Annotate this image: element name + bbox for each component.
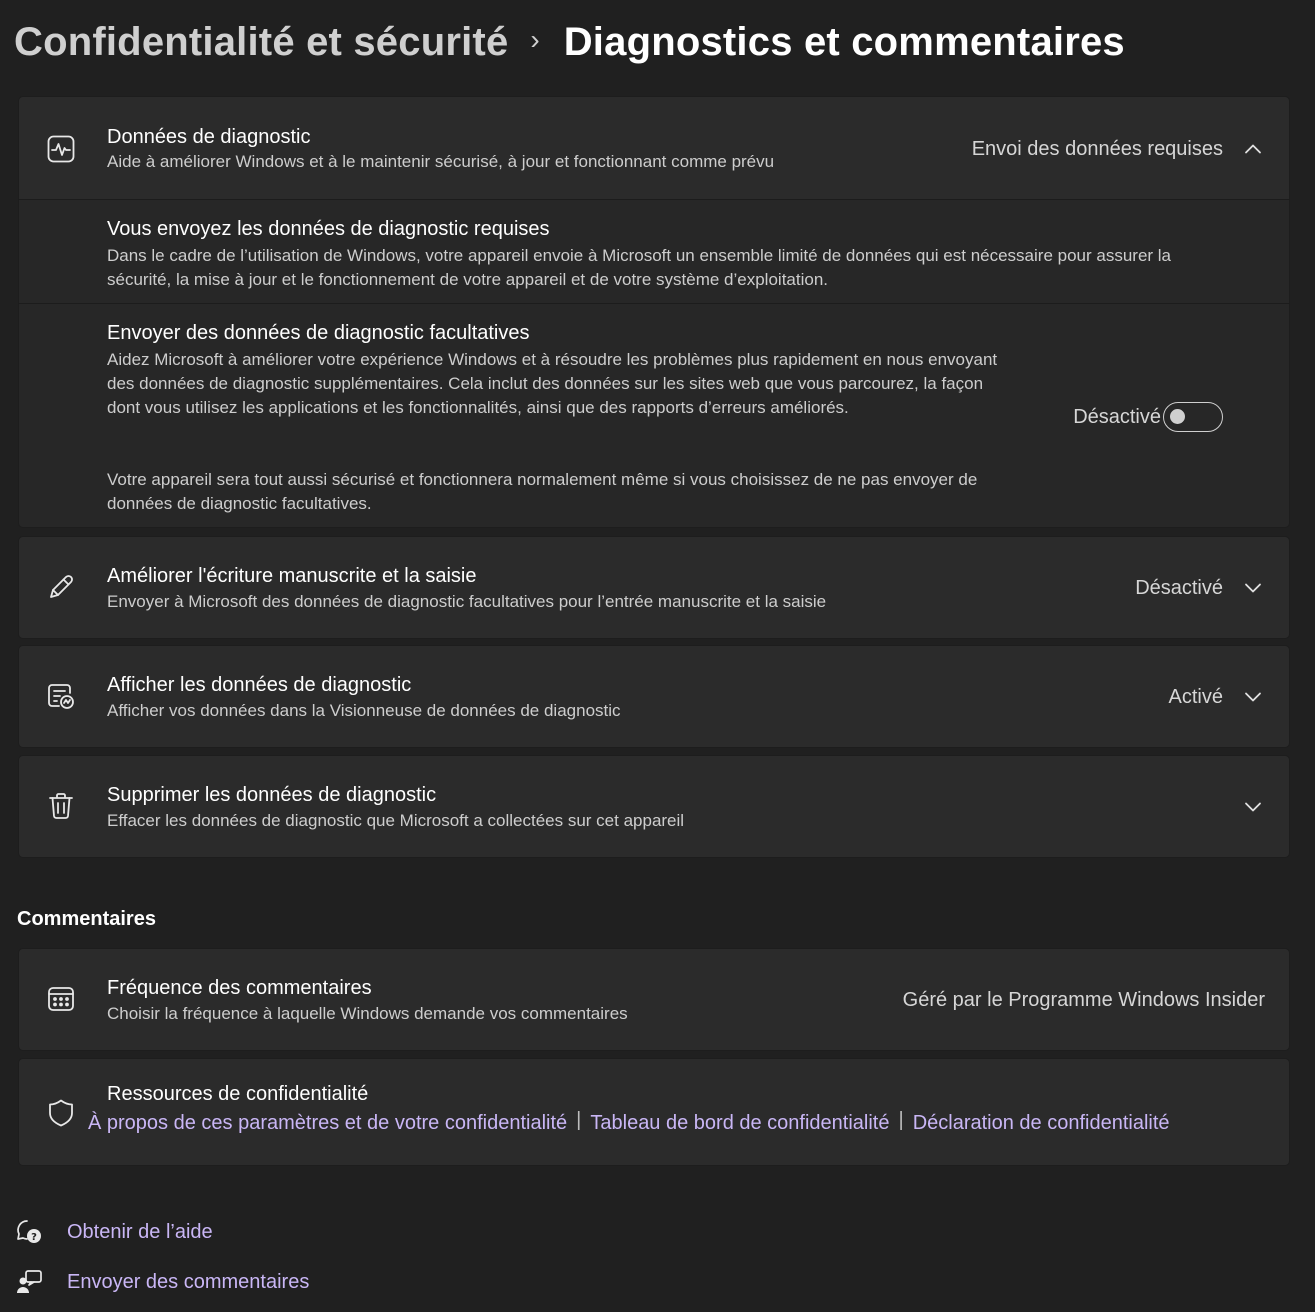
pen-icon <box>45 571 77 603</box>
delete-data-title: Supprimer les données de diagnostic <box>107 784 437 806</box>
optional-data-toggle-label: Désactivé <box>1073 406 1161 428</box>
optional-data-description: Aidez Microsoft à améliorer votre expéri… <box>107 350 998 417</box>
get-help-label[interactable]: Obtenir de l’aide <box>67 1221 213 1244</box>
feedback-section-title: Commentaires <box>17 908 156 930</box>
handwriting-status: Désactivé <box>1135 577 1223 599</box>
feedback-frequency-subtitle: Choisir la fréquence à laquelle Windows … <box>107 1004 628 1023</box>
optional-data-title: Envoyer des données de diagnostic facult… <box>107 322 530 344</box>
chevron-down-icon[interactable] <box>1243 797 1263 817</box>
view-diagnostic-data-setting[interactable]: Afficher les données de diagnostic Affic… <box>18 645 1290 748</box>
breadcrumb-parent[interactable]: Confidentialité et sécurité <box>14 20 508 65</box>
diagnostic-data-status: Envoi des données requises <box>971 138 1223 160</box>
delete-diagnostic-data-setting[interactable]: Supprimer les données de diagnostic Effa… <box>18 755 1290 858</box>
page-title: Diagnostics et commentaires <box>563 19 1125 64</box>
privacy-links: À propos de ces paramètres et de votre c… <box>88 1109 1170 1135</box>
view-data-subtitle: Afficher vos données dans la Visionneuse… <box>107 701 621 720</box>
get-help-link[interactable]: ? Obtenir de l’aide <box>14 1214 213 1250</box>
privacy-dashboard-link[interactable]: Tableau de bord de confidentialité <box>590 1112 889 1135</box>
view-data-status: Activé <box>1168 686 1223 708</box>
calendar-icon <box>45 983 77 1015</box>
chevron-up-icon[interactable] <box>1243 139 1263 159</box>
handwriting-title: Améliorer l'écriture manuscrite et la sa… <box>107 565 477 587</box>
delete-data-subtitle: Effacer les données de diagnostic que Mi… <box>107 811 685 830</box>
link-separator: | <box>576 1109 582 1131</box>
handwriting-typing-setting[interactable]: Améliorer l'écriture manuscrite et la sa… <box>18 536 1290 639</box>
required-diagnostic-data-row: Vous envoyez les données de diagnostic r… <box>18 199 1290 304</box>
shield-icon <box>45 1097 77 1129</box>
privacy-resources-title: Ressources de confidentialité <box>107 1083 369 1105</box>
chevron-down-icon[interactable] <box>1243 687 1263 707</box>
diagnostic-data-header[interactable]: Données de diagnostic Aide à améliorer W… <box>18 96 1290 200</box>
diagnostic-data-subtitle: Aide à améliorer Windows et à le mainten… <box>107 152 775 171</box>
person-feedback-icon <box>14 1267 44 1297</box>
feedback-frequency-status: Géré par le Programme Windows Insider <box>902 989 1265 1011</box>
required-data-description: Dans le cadre de l’utilisation de Window… <box>107 246 1172 289</box>
help-chat-icon: ? <box>14 1217 44 1247</box>
feedback-frequency-title: Fréquence des commentaires <box>107 977 372 999</box>
privacy-statement-link[interactable]: Déclaration de confidentialité <box>913 1112 1170 1135</box>
view-data-title: Afficher les données de diagnostic <box>107 674 412 696</box>
required-data-title: Vous envoyez les données de diagnostic r… <box>107 218 550 240</box>
svg-text:?: ? <box>31 1232 37 1243</box>
diagnostic-data-title: Données de diagnostic <box>107 126 311 148</box>
breadcrumb-chevron-icon: › <box>530 24 540 55</box>
privacy-settings-link[interactable]: À propos de ces paramètres et de votre c… <box>88 1112 567 1135</box>
feedback-frequency-setting: Fréquence des commentaires Choisir la fr… <box>18 948 1290 1051</box>
breadcrumb: Confidentialité et sécurité › Diagnostic… <box>14 14 1125 70</box>
optional-data-note: Votre appareil sera tout aussi sécurisé … <box>107 470 978 513</box>
optional-diagnostic-data-row: Envoyer des données de diagnostic facult… <box>18 303 1290 528</box>
handwriting-subtitle: Envoyer à Microsoft des données de diagn… <box>107 592 827 611</box>
optional-data-toggle[interactable] <box>1163 402 1223 432</box>
trash-icon <box>45 790 77 822</box>
link-separator: | <box>898 1109 904 1131</box>
chevron-down-icon[interactable] <box>1243 578 1263 598</box>
send-feedback-link[interactable]: Envoyer des commentaires <box>14 1264 309 1300</box>
send-feedback-label[interactable]: Envoyer des commentaires <box>67 1271 309 1294</box>
document-search-icon <box>45 680 77 712</box>
toggle-knob <box>1170 409 1185 424</box>
heart-pulse-icon <box>45 133 77 165</box>
